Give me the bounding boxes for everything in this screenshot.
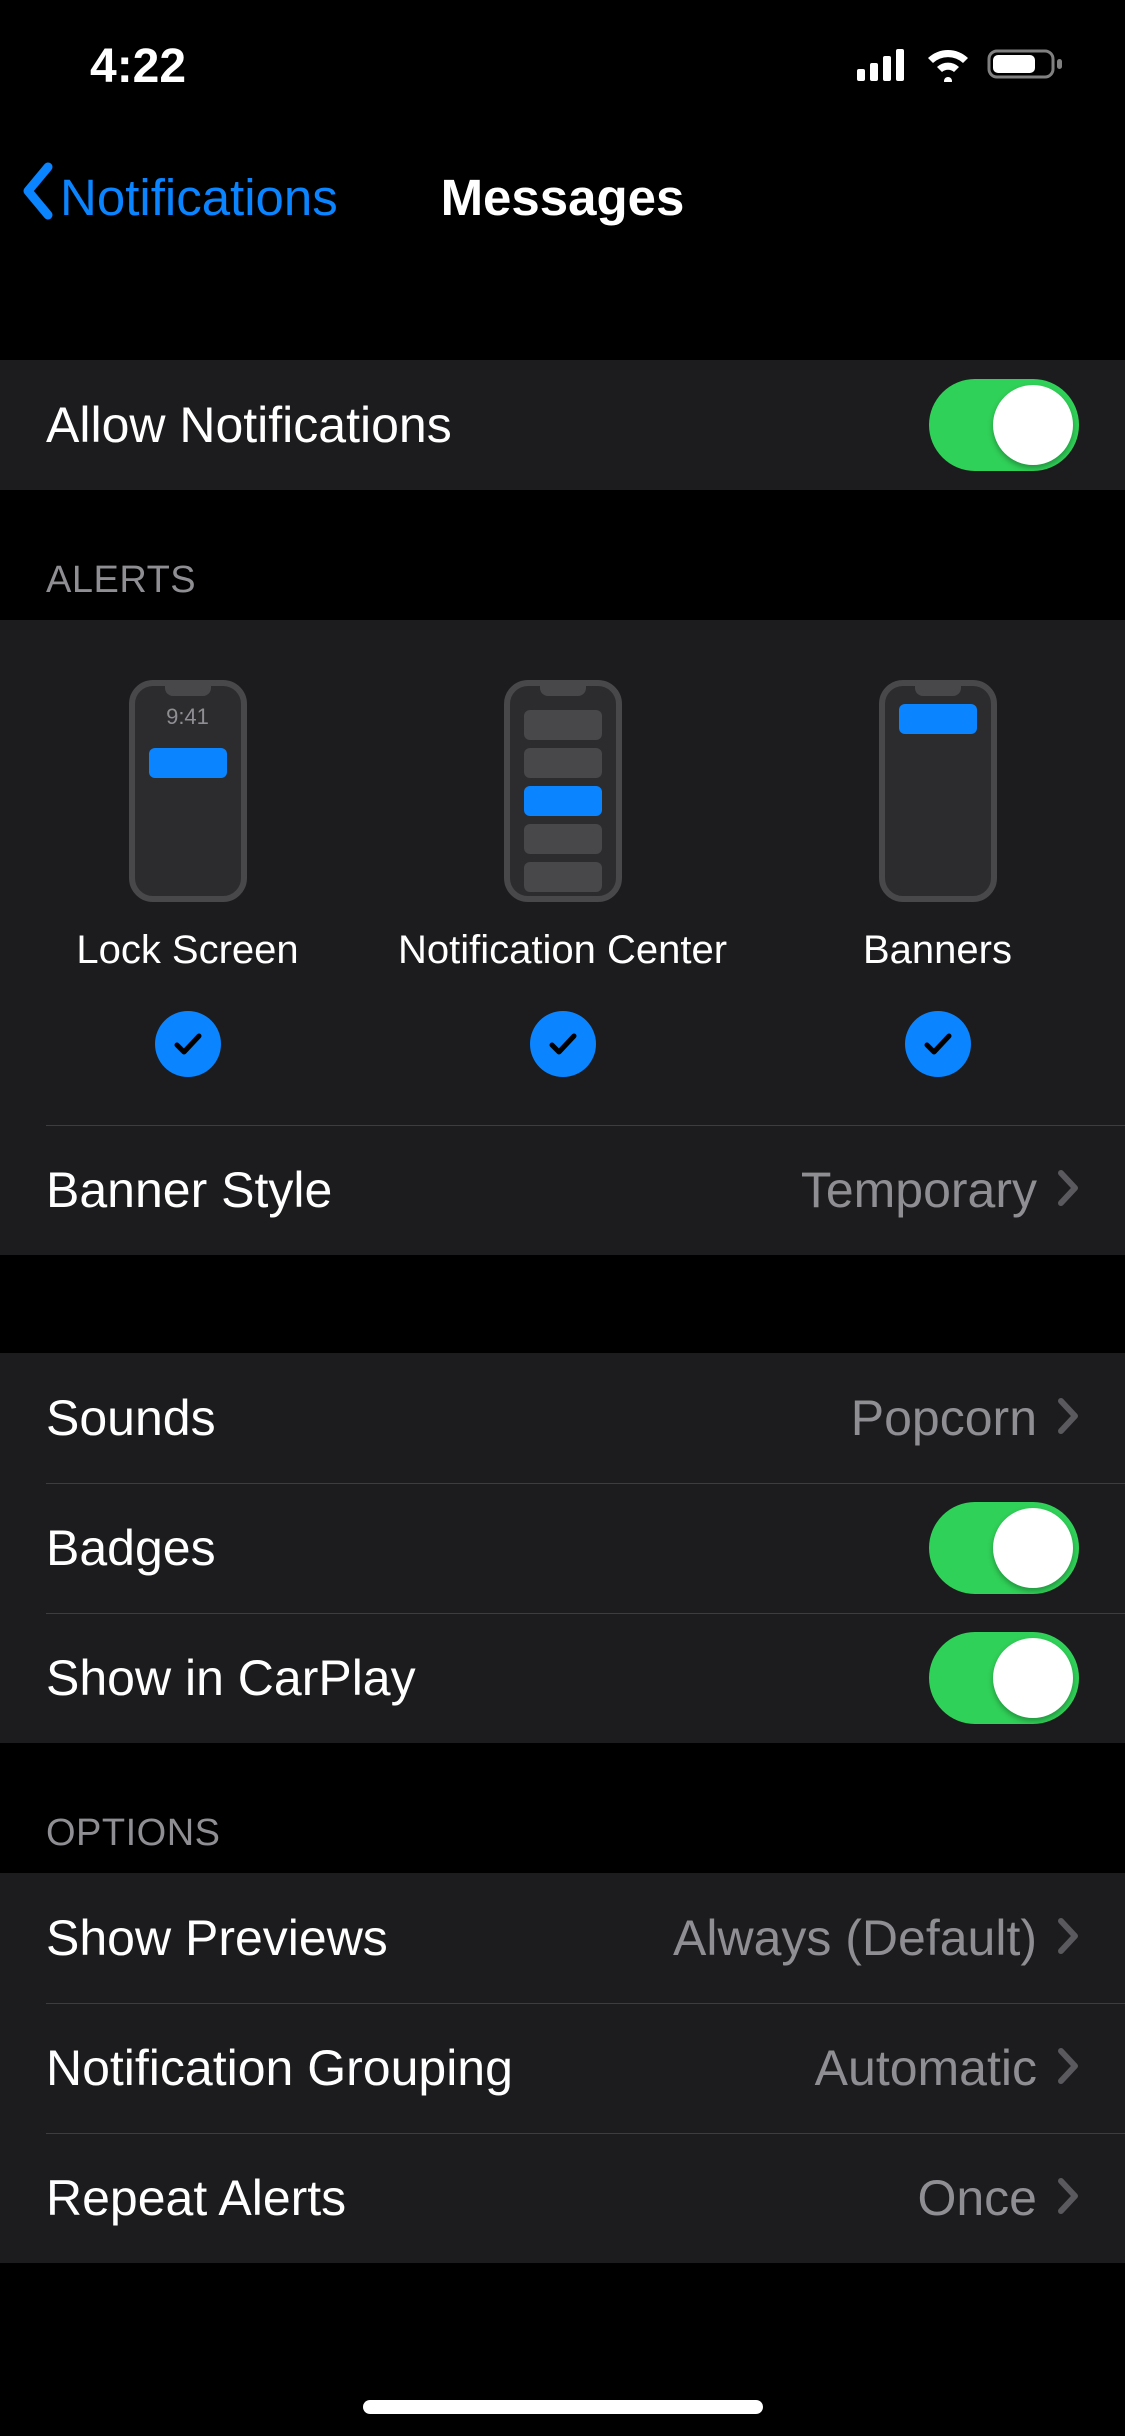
status-bar: 4:22 [0,0,1125,132]
alerts-options-row: 9:41 Lock Screen Notification Center [0,620,1125,1125]
banner-style-value: Temporary [801,1161,1037,1219]
settings-screen: 4:22 Notifications Messages Allow Notifi… [0,0,1125,2436]
chevron-right-icon [1057,1389,1079,1447]
repeat-alerts-cell[interactable]: Repeat Alerts Once [0,2133,1125,2263]
back-label: Notifications [60,168,338,227]
alert-option-notification-center[interactable]: Notification Center [377,680,748,1077]
status-time: 4:22 [90,39,186,94]
lock-screen-preview-time: 9:41 [135,704,241,730]
sounds-label: Sounds [46,1389,851,1447]
allow-notifications-label: Allow Notifications [46,396,929,454]
badges-toggle[interactable] [929,1502,1079,1594]
alert-option-lock-screen[interactable]: 9:41 Lock Screen [2,680,373,1077]
chevron-left-icon [20,161,56,233]
alerts-section-header: ALERTS [0,559,242,620]
show-previews-label: Show Previews [46,1909,673,1967]
show-previews-value: Always (Default) [673,1909,1037,1967]
banner-style-cell[interactable]: Banner Style Temporary [0,1125,1125,1255]
alert-option-label: Notification Center [398,928,727,973]
alert-option-label: Lock Screen [76,928,298,973]
chevron-right-icon [1057,1161,1079,1219]
chevron-right-icon [1057,1909,1079,1967]
wifi-icon [923,46,973,87]
carplay-label: Show in CarPlay [46,1649,929,1707]
check-icon [155,1011,221,1077]
battery-icon [987,46,1065,87]
repeat-alerts-value: Once [917,2169,1037,2227]
sounds-value: Popcorn [851,1389,1037,1447]
notification-grouping-cell[interactable]: Notification Grouping Automatic [0,2003,1125,2133]
check-icon [530,1011,596,1077]
notification-center-icon [504,680,622,902]
banners-icon [879,680,997,902]
alert-option-label: Banners [863,928,1012,973]
back-button[interactable]: Notifications [20,161,338,233]
chevron-right-icon [1057,2039,1079,2097]
carplay-toggle[interactable] [929,1632,1079,1724]
home-indicator[interactable] [363,2400,763,2414]
allow-notifications-toggle[interactable] [929,379,1079,471]
status-icons [857,46,1085,87]
lock-screen-icon: 9:41 [129,680,247,902]
check-icon [905,1011,971,1077]
badges-label: Badges [46,1519,929,1577]
nav-bar: Notifications Messages [0,132,1125,262]
carplay-cell[interactable]: Show in CarPlay [0,1613,1125,1743]
chevron-right-icon [1057,2169,1079,2227]
show-previews-cell[interactable]: Show Previews Always (Default) [0,1873,1125,2003]
cellular-icon [857,47,909,86]
sounds-cell[interactable]: Sounds Popcorn [0,1353,1125,1483]
banner-style-label: Banner Style [46,1161,801,1219]
notification-grouping-label: Notification Grouping [46,2039,815,2097]
notification-grouping-value: Automatic [815,2039,1037,2097]
allow-notifications-cell[interactable]: Allow Notifications [0,360,1125,490]
alert-option-banners[interactable]: Banners [752,680,1123,1077]
badges-cell[interactable]: Badges [0,1483,1125,1613]
repeat-alerts-label: Repeat Alerts [46,2169,917,2227]
options-section-header: OPTIONS [0,1812,267,1873]
